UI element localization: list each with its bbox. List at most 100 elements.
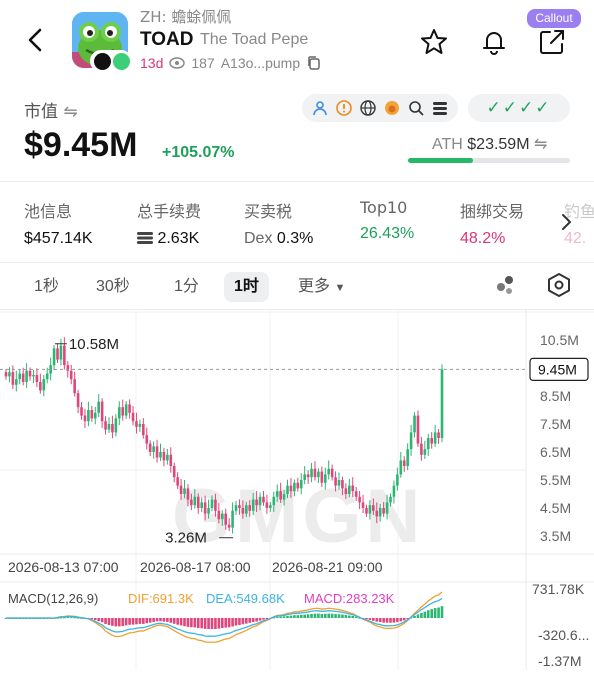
warning-icon [336, 100, 352, 116]
candle-body [265, 502, 269, 508]
stat-top10[interactable]: Top10 26.43% [360, 198, 414, 243]
candle-body [365, 508, 368, 514]
contract-address[interactable]: A13o...pump [221, 55, 300, 71]
bell-icon[interactable] [479, 27, 509, 57]
candle-body [372, 505, 375, 511]
macd-bar [227, 618, 231, 628]
tab-1h[interactable]: 1时 [224, 272, 269, 302]
macd-bar [93, 618, 97, 621]
candle-body [28, 370, 32, 377]
candle-body [437, 432, 440, 438]
candle-body [420, 443, 423, 455]
candle-body [220, 513, 224, 520]
svg-text:9.45M: 9.45M [538, 361, 577, 377]
tab-more[interactable]: 更多 ▼ [288, 272, 355, 302]
candle-body [203, 502, 207, 514]
time-tick-label: 2026-08-17 08:00 [140, 559, 251, 575]
candle-body [279, 491, 282, 500]
candle-body [200, 502, 203, 508]
stat-total-fees[interactable]: 总手续费 2.63K [137, 198, 201, 248]
stat-pool-info[interactable]: 池信息 $457.14K [24, 198, 93, 248]
candle-body [317, 471, 320, 478]
indicator-icon[interactable] [492, 272, 518, 298]
candle-body [159, 452, 162, 458]
macd-bar [128, 618, 131, 625]
candle-body [207, 508, 210, 514]
candle-body [269, 505, 272, 508]
view-count: 187 [191, 55, 215, 71]
candle-body [241, 508, 245, 514]
macd-tick-label: -320.6... [538, 627, 589, 643]
macd-bar [142, 618, 145, 624]
holder-icon [313, 101, 327, 116]
candle-body [399, 460, 403, 475]
macd-bar [378, 618, 382, 622]
candle-body [313, 468, 317, 478]
candle-body [224, 513, 228, 525]
star-icon[interactable] [419, 27, 449, 57]
candle-body [56, 348, 59, 360]
candle-body [42, 379, 46, 391]
chevron-right-icon[interactable] [556, 210, 576, 234]
audit-checks[interactable]: ✓✓✓✓ [468, 94, 570, 122]
candle-body [402, 460, 406, 466]
macd-bar [341, 614, 344, 618]
copy-icon[interactable] [306, 55, 322, 71]
macd-bar [124, 618, 128, 626]
candle-body [4, 372, 8, 377]
macd-bar [426, 610, 430, 618]
macd-bar [238, 618, 241, 625]
candle-body [351, 485, 355, 492]
candle-body [413, 415, 416, 433]
macd-bar [111, 618, 114, 626]
macd-bar [248, 618, 252, 623]
macd-bar [433, 608, 437, 618]
candle-body [416, 415, 420, 444]
candle-body [124, 404, 128, 416]
candle-body [337, 480, 341, 486]
candle-body [97, 401, 100, 413]
price-tick-label: 8.5M [540, 388, 571, 404]
callout-badge[interactable]: Callout [527, 9, 581, 28]
macd-bar [97, 618, 100, 622]
macd-bar [399, 618, 403, 622]
candle-body [231, 510, 234, 528]
candle-body [361, 502, 365, 508]
swap-icon[interactable]: ⇋ [63, 102, 77, 122]
time-tick-label: 2026-08-13 07:00 [8, 559, 119, 575]
price-tick-label: 10.5M [540, 332, 579, 348]
tab-30s[interactable]: 30秒 [86, 272, 140, 302]
stat-bundle[interactable]: 捆绑交易 48.2% [460, 198, 524, 248]
candle-body [368, 505, 372, 514]
tab-1s[interactable]: 1秒 [24, 272, 69, 302]
high-label: 10.58M [69, 336, 119, 353]
stat-tax[interactable]: 买卖税 Dex 0.3% [244, 198, 313, 248]
candle-body [378, 508, 382, 517]
candle-body [52, 348, 56, 366]
candle-body [39, 382, 42, 391]
candle-body [8, 372, 11, 377]
price-chart[interactable]: GMGN 10.5M8.5M7.5M6.5M5.5M4.5M3.5M 9.45M… [0, 310, 594, 680]
settings-hexagon-icon[interactable] [546, 272, 572, 298]
globe-icon [360, 100, 376, 116]
token-header: ZH: 蟾蜍佩佩 TOAD The Toad Pepe 13d 187 A13o… [0, 0, 594, 80]
swap-icon[interactable]: ⇋ [534, 136, 547, 153]
macd-bar [402, 618, 406, 621]
macd-bar [372, 618, 375, 621]
candle-body [152, 446, 155, 452]
macd-bar [299, 614, 303, 618]
candle-body [433, 432, 437, 444]
macd-bar [279, 616, 282, 618]
candle-body [248, 505, 252, 511]
security-badges[interactable] [302, 94, 458, 122]
share-icon[interactable] [537, 27, 567, 57]
tab-1m[interactable]: 1分 [164, 272, 209, 302]
back-icon[interactable] [22, 26, 50, 54]
macd-bar [306, 614, 310, 618]
candle-body [426, 438, 430, 450]
candle-body [396, 474, 399, 486]
svg-text:DEA:549.68K: DEA:549.68K [206, 591, 285, 606]
macd-bar [344, 614, 348, 618]
macd-bar [337, 614, 341, 618]
macd-bar [255, 618, 258, 622]
